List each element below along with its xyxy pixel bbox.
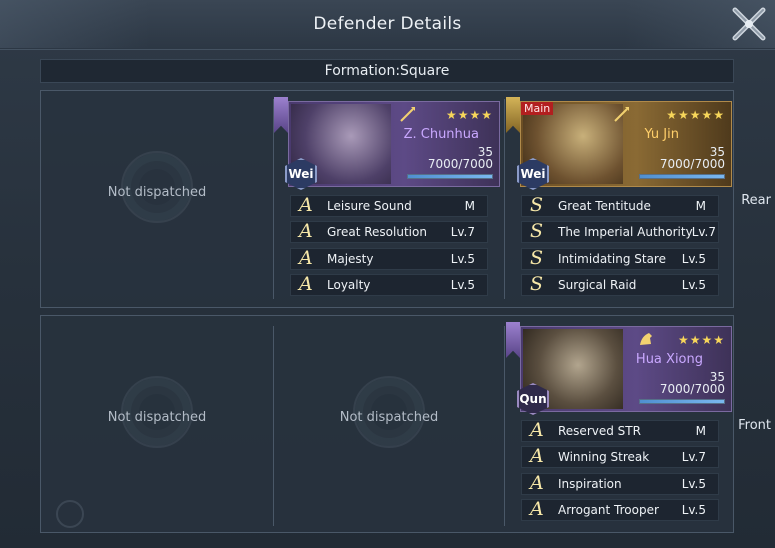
- skill-grade: A: [530, 445, 544, 468]
- skill-row[interactable]: A Loyalty Lv.5: [290, 272, 488, 296]
- skill-level: Lv.5: [450, 251, 475, 266]
- hero-name: Hua Xiong: [635, 352, 703, 367]
- skill-name: Reserved STR: [558, 424, 641, 438]
- skill-name: Winning Streak: [558, 450, 650, 465]
- star-rating: ★★★★: [677, 333, 725, 347]
- troop-bar: [639, 174, 725, 179]
- skill-name: Great Tentitude: [558, 199, 651, 213]
- close-button[interactable]: [729, 4, 769, 44]
- skill-row[interactable]: A Arrogant Trooper Lv.5: [521, 497, 719, 521]
- hero-card-huaxiong[interactable]: ★★★★ Hua Xiong 35 7000/7000 Qun: [517, 326, 732, 415]
- skill-row[interactable]: A Winning Streak Lv.7: [521, 445, 719, 469]
- hero-troops: 7000/7000: [659, 157, 725, 171]
- row-label-rear: Rear: [741, 193, 771, 208]
- skill-row[interactable]: A Majesty Lv.5: [290, 246, 488, 270]
- skill-name: Surgical Raid: [558, 277, 637, 292]
- hero-troops: 7000/7000: [659, 382, 725, 396]
- empty-slot-front-2[interactable]: Not dispatched: [273, 316, 505, 516]
- skill-list-huaxiong: A Reserved STR M A Winning Streak Lv.7 A Insp…: [521, 419, 719, 525]
- skill-grade: S: [530, 246, 544, 269]
- skill-level: Lv.7: [450, 225, 475, 240]
- skill-level: Lv.5: [681, 251, 706, 266]
- purple-banner-icon: [274, 97, 288, 133]
- horse-icon: [640, 333, 652, 345]
- close-x-icon: [732, 7, 766, 41]
- hero-name: Z. Chunhua: [403, 127, 479, 142]
- skill-level: Lv.7: [681, 450, 706, 465]
- row-label-front: Front: [738, 418, 771, 433]
- skill-row[interactable]: A Leisure Sound M: [290, 194, 488, 217]
- hero-card-chunhua[interactable]: ★★★★ Z. Chunhua 35 7000/7000 Wei: [285, 101, 500, 190]
- skill-row[interactable]: A Great Resolution Lv.7: [290, 220, 488, 244]
- skill-name: Inspiration: [558, 476, 622, 491]
- skill-list-chunhua: A Leisure Sound M A Great Resolution Lv.7 AM…: [290, 194, 488, 300]
- troop-bar-fill: [640, 400, 724, 403]
- skill-level: Lv.7: [691, 225, 716, 240]
- skill-name: Intimidating Stare: [558, 251, 666, 266]
- not-dispatched-label: Not dispatched: [107, 185, 207, 200]
- skill-level: Lv.5: [681, 502, 706, 517]
- skill-level: M: [695, 199, 706, 213]
- skill-level: M: [695, 424, 706, 438]
- formation-bar: Formation:Square: [40, 59, 734, 83]
- defender-details-window: Defender Details Formation:Square Not di…: [0, 0, 775, 548]
- hero-name: Yu Jin: [644, 127, 679, 142]
- skill-row[interactable]: S Surgical Raid Lv.5: [521, 272, 719, 296]
- skill-name: Majesty: [327, 251, 374, 266]
- slot-divider: [273, 99, 274, 299]
- spear-icon: [614, 107, 629, 122]
- slot-divider: [504, 326, 505, 526]
- skill-name: Great Resolution: [327, 225, 427, 240]
- hero-card-yujin[interactable]: Main ★★★★★ Yu Jin 35 7000/7000 Wei: [517, 101, 732, 190]
- troop-bar: [407, 174, 493, 179]
- skill-grade: S: [530, 194, 544, 216]
- skill-row[interactable]: A Inspiration Lv.5: [521, 471, 719, 495]
- troop-bar-fill: [408, 175, 492, 178]
- window-title: Defender Details: [313, 14, 462, 34]
- not-dispatched-label: Not dispatched: [339, 410, 439, 425]
- skill-grade: A: [530, 471, 544, 494]
- skill-grade: A: [299, 272, 313, 295]
- star-rating: ★★★★★: [666, 108, 725, 122]
- front-row-panel: Not dispatched Not dispatched ★★★★ Hua X…: [40, 315, 734, 533]
- skill-level: M: [464, 199, 475, 213]
- skill-grade: A: [299, 246, 313, 269]
- skill-grade: A: [299, 220, 313, 243]
- skill-grade: A: [530, 419, 544, 441]
- spear-icon: [400, 107, 415, 122]
- hero-troops: 7000/7000: [427, 157, 493, 171]
- skill-level: Lv.5: [450, 277, 475, 292]
- skill-name: Arrogant Trooper: [558, 502, 659, 517]
- skill-level: Lv.5: [681, 277, 706, 292]
- skill-grade: A: [299, 194, 313, 216]
- rear-row-panel: Not dispatched ★★★★ Z. Chunhua 35 7000/7…: [40, 90, 734, 308]
- skill-name: Loyalty: [327, 277, 371, 292]
- troop-bar: [639, 399, 725, 404]
- skill-name: Leisure Sound: [327, 199, 412, 213]
- corner-emblem-icon: [56, 500, 84, 528]
- gold-banner-icon: [506, 97, 520, 133]
- skill-row[interactable]: S Great Tentitude M: [521, 194, 719, 217]
- skill-row[interactable]: A Reserved STR M: [521, 419, 719, 442]
- skill-list-yujin: S Great Tentitude M S The Imperial Authorit…: [521, 194, 719, 300]
- empty-slot-front-1[interactable]: Not dispatched: [41, 316, 273, 516]
- skill-level: Lv.5: [681, 476, 706, 491]
- purple-banner-icon: [506, 322, 520, 358]
- titlebar: Defender Details: [0, 0, 775, 50]
- skill-grade: S: [530, 272, 544, 295]
- skill-grade: A: [530, 497, 544, 520]
- skill-grade: S: [530, 220, 544, 243]
- skill-row[interactable]: S The Imperial Authority Lv.7: [521, 220, 719, 244]
- slot-divider: [504, 99, 505, 299]
- empty-slot-rear-1[interactable]: Not dispatched: [41, 91, 273, 291]
- skill-row[interactable]: S Intimidating Stare Lv.5: [521, 246, 719, 270]
- main-tag: Main: [521, 102, 554, 115]
- skill-name: The Imperial Authority: [558, 225, 693, 240]
- not-dispatched-label: Not dispatched: [107, 410, 207, 425]
- troop-bar-fill: [640, 175, 724, 178]
- star-rating: ★★★★: [445, 108, 493, 122]
